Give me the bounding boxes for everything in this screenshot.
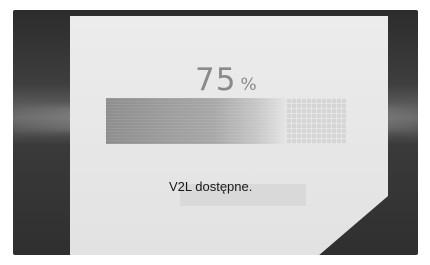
charge-panel: 75% V2L dostępne.	[70, 16, 388, 255]
charge-percent-unit: %	[240, 75, 257, 95]
display-screen: 75% V2L dostępne.	[13, 10, 418, 255]
charge-percent-value: 75	[195, 62, 237, 98]
charge-percent-readout: 75%	[195, 62, 315, 98]
v2l-status-message: V2L dostępne.	[169, 179, 253, 194]
charge-progress-bar	[106, 98, 346, 144]
charge-progress-fill	[106, 98, 286, 144]
